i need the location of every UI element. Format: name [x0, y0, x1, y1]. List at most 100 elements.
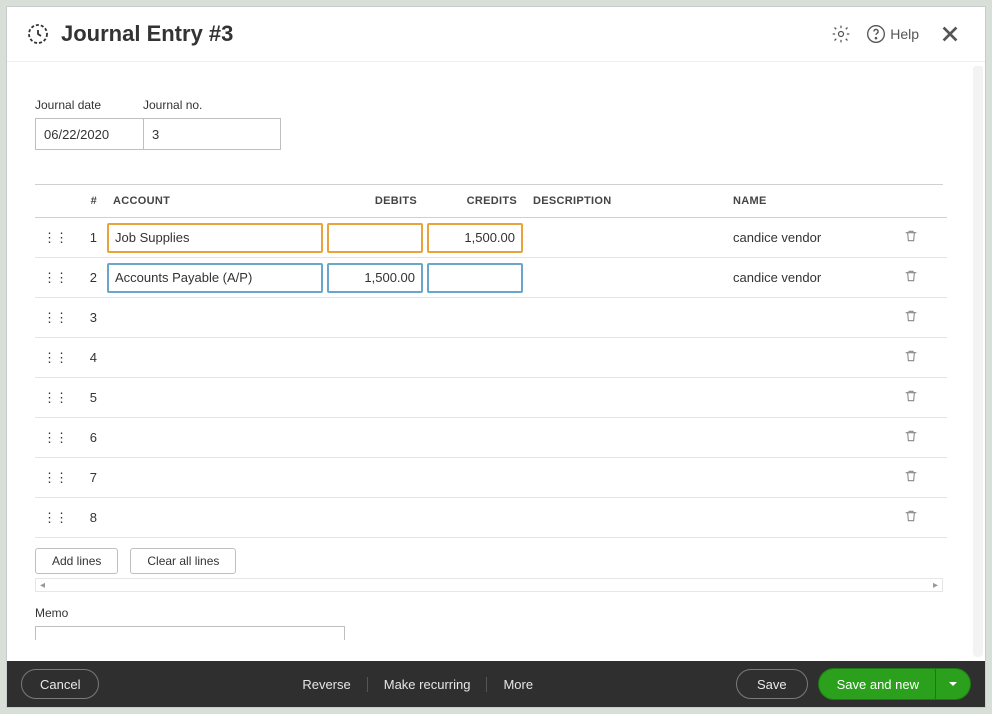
row-number: 1 — [67, 218, 105, 258]
table-row[interactable]: ⋮⋮ 8 — [35, 498, 947, 538]
description-cell[interactable] — [525, 258, 725, 298]
description-cell[interactable] — [525, 378, 725, 418]
table-row[interactable]: ⋮⋮ 2 Accounts Payable (A/P) 1,500.00 can… — [35, 258, 947, 298]
account-cell[interactable] — [105, 458, 325, 498]
delete-row-icon[interactable] — [895, 378, 931, 418]
save-button[interactable]: Save — [736, 669, 808, 699]
reverse-link[interactable]: Reverse — [286, 677, 367, 692]
close-icon[interactable] — [935, 19, 965, 49]
table-row[interactable]: ⋮⋮ 7 — [35, 458, 947, 498]
delete-row-icon[interactable] — [895, 418, 931, 458]
delete-row-icon[interactable] — [895, 298, 931, 338]
delete-row-icon[interactable] — [895, 458, 931, 498]
account-cell[interactable] — [105, 498, 325, 538]
journal-no-input[interactable] — [143, 118, 281, 150]
account-cell[interactable]: Job Supplies — [105, 218, 325, 258]
row-number: 5 — [67, 378, 105, 418]
journal-date-input[interactable] — [35, 118, 143, 150]
drag-handle-icon[interactable]: ⋮⋮ — [35, 338, 67, 378]
debit-cell[interactable] — [325, 378, 425, 418]
credit-cell[interactable] — [425, 338, 525, 378]
clear-lines-button[interactable]: Clear all lines — [130, 548, 236, 574]
save-and-new-button[interactable]: Save and new — [818, 668, 971, 700]
name-cell[interactable] — [725, 298, 895, 338]
debit-cell[interactable] — [325, 338, 425, 378]
debit-cell[interactable]: 1,500.00 — [325, 258, 425, 298]
table-row[interactable]: ⋮⋮ 3 — [35, 298, 947, 338]
credit-cell[interactable] — [425, 298, 525, 338]
credit-cell[interactable] — [425, 418, 525, 458]
name-cell[interactable] — [725, 458, 895, 498]
description-cell[interactable] — [525, 338, 725, 378]
description-cell[interactable] — [525, 418, 725, 458]
drag-handle-icon[interactable]: ⋮⋮ — [35, 498, 67, 538]
drag-handle-icon[interactable]: ⋮⋮ — [35, 458, 67, 498]
name-cell[interactable]: candice vendor — [725, 258, 895, 298]
save-and-new-label: Save and new — [819, 677, 935, 692]
name-cell[interactable] — [725, 418, 895, 458]
col-name: NAME — [725, 185, 895, 218]
account-cell[interactable] — [105, 378, 325, 418]
credit-cell[interactable] — [425, 498, 525, 538]
name-cell[interactable] — [725, 338, 895, 378]
name-cell[interactable] — [725, 378, 895, 418]
gear-icon[interactable] — [830, 23, 852, 45]
make-recurring-link[interactable]: Make recurring — [368, 677, 488, 692]
debit-cell[interactable] — [325, 418, 425, 458]
chevron-down-icon[interactable] — [935, 669, 970, 699]
scrollbar-thumb[interactable] — [973, 66, 983, 226]
help-button[interactable]: Help — [866, 24, 919, 44]
history-icon — [25, 21, 51, 47]
account-cell[interactable]: Accounts Payable (A/P) — [105, 258, 325, 298]
drag-handle-icon[interactable]: ⋮⋮ — [35, 418, 67, 458]
account-cell[interactable] — [105, 338, 325, 378]
description-cell[interactable] — [525, 298, 725, 338]
drag-handle-icon[interactable]: ⋮⋮ — [35, 378, 67, 418]
row-number: 7 — [67, 458, 105, 498]
delete-row-icon[interactable] — [895, 338, 931, 378]
add-lines-button[interactable]: Add lines — [35, 548, 118, 574]
debit-cell[interactable] — [325, 498, 425, 538]
name-cell[interactable] — [725, 498, 895, 538]
delete-row-icon[interactable] — [895, 498, 931, 538]
description-cell[interactable] — [525, 218, 725, 258]
account-cell[interactable] — [105, 298, 325, 338]
account-cell[interactable] — [105, 418, 325, 458]
drag-handle-icon[interactable]: ⋮⋮ — [35, 298, 67, 338]
more-link[interactable]: More — [487, 677, 549, 692]
drag-handle-icon[interactable]: ⋮⋮ — [35, 258, 67, 298]
col-num: # — [67, 185, 105, 218]
row-number: 2 — [67, 258, 105, 298]
col-description: DESCRIPTION — [525, 185, 725, 218]
table-row[interactable]: ⋮⋮ 6 — [35, 418, 947, 458]
credit-cell[interactable] — [425, 378, 525, 418]
memo-input[interactable] — [35, 626, 345, 640]
name-cell[interactable]: candice vendor — [725, 218, 895, 258]
description-cell[interactable] — [525, 458, 725, 498]
table-row[interactable]: ⋮⋮ 1 Job Supplies 1,500.00 candice vendo… — [35, 218, 947, 258]
journal-no-label: Journal no. — [143, 98, 281, 112]
description-cell[interactable] — [525, 498, 725, 538]
body-scroll: Journal date Journal no. # ACCOUNT D — [7, 62, 985, 661]
hscroll-bar[interactable]: ◂▸ — [35, 578, 943, 592]
table-row[interactable]: ⋮⋮ 5 — [35, 378, 947, 418]
credit-cell[interactable]: 1,500.00 — [425, 218, 525, 258]
row-number: 6 — [67, 418, 105, 458]
credit-cell[interactable] — [425, 458, 525, 498]
header-bar: Journal Entry #3 Help — [7, 7, 985, 62]
delete-row-icon[interactable] — [895, 218, 931, 258]
lines-table: # ACCOUNT DEBITS CREDITS DESCRIPTION NAM… — [35, 185, 947, 538]
delete-row-icon[interactable] — [895, 258, 931, 298]
memo-label: Memo — [35, 606, 68, 620]
table-row[interactable]: ⋮⋮ 4 — [35, 338, 947, 378]
drag-handle-icon[interactable]: ⋮⋮ — [35, 218, 67, 258]
page-title: Journal Entry #3 — [61, 21, 233, 47]
debit-cell[interactable] — [325, 458, 425, 498]
col-account: ACCOUNT — [105, 185, 325, 218]
row-number: 4 — [67, 338, 105, 378]
debit-cell[interactable] — [325, 298, 425, 338]
credit-cell[interactable] — [425, 258, 525, 298]
header-fields: Journal date Journal no. — [35, 98, 943, 150]
debit-cell[interactable] — [325, 218, 425, 258]
cancel-button[interactable]: Cancel — [21, 669, 99, 699]
